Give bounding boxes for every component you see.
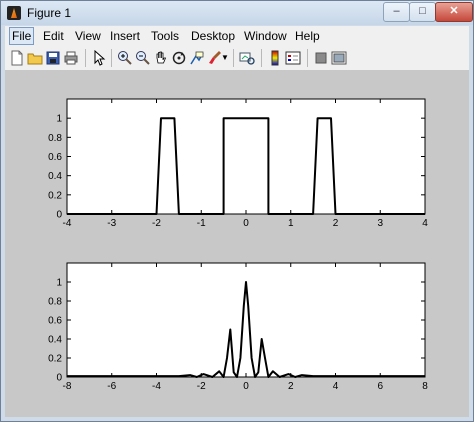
x-tick-label: 8	[422, 381, 428, 392]
x-tick-label: 6	[377, 381, 383, 392]
open-folder-icon[interactable]	[27, 50, 43, 66]
x-tick-label: -3	[107, 218, 116, 229]
menu-edit[interactable]: Edit	[43, 28, 64, 44]
y-tick-label: 0.6	[48, 152, 62, 163]
x-tick-label: 0	[243, 218, 249, 229]
x-tick-label: -4	[63, 218, 72, 229]
minimize-button[interactable]: –	[383, 2, 410, 22]
colorbar-icon[interactable]	[267, 50, 283, 66]
close-button[interactable]: ✕	[435, 2, 473, 22]
pan-hand-icon[interactable]	[153, 50, 169, 66]
toolbar-separator	[307, 49, 308, 67]
axes-background	[66, 262, 426, 378]
toolbar-separator	[261, 49, 262, 67]
menu-insert[interactable]: Insert	[110, 28, 140, 44]
new-file-icon[interactable]	[9, 50, 25, 66]
brush-dropdown-chevron-down-icon[interactable]: ▼	[221, 50, 229, 66]
y-tick-label: 0.8	[48, 297, 62, 308]
y-tick-label: 0	[56, 210, 62, 221]
x-tick-label: 2	[288, 381, 294, 392]
plots-svg: -4 -3 -2 -1 0 1 2 3 4 0 0.2 0.4 0.6 0.8 1 -8 -6 -4 -2 0 2 4 6 8…	[48, 98, 428, 392]
y-tick-label: 1	[56, 278, 62, 289]
menu-tools[interactable]: Tools	[151, 28, 179, 44]
x-tick-label: 0	[243, 381, 249, 392]
x-tick-label: -6	[107, 381, 116, 392]
y-tick-label: 0.2	[48, 190, 62, 201]
y-tick-label: 0.6	[48, 316, 62, 327]
menu-help[interactable]: Help	[295, 28, 320, 44]
x-tick-label: 4	[333, 381, 339, 392]
maximize-button[interactable]: □	[409, 2, 436, 22]
rotate-3d-icon[interactable]	[171, 50, 187, 66]
window-title: Figure 1	[27, 6, 72, 20]
print-icon[interactable]	[63, 50, 79, 66]
hide-plot-tools-icon[interactable]	[313, 50, 329, 66]
axes-background	[66, 98, 426, 215]
zoom-in-icon[interactable]	[117, 50, 133, 66]
toolbar-separator	[233, 49, 234, 67]
figure-canvas[interactable]: -4 -3 -2 -1 0 1 2 3 4 0 0.2 0.4 0.6 0.8 1 -8 -6 -4 -2 0 2 4 6 8…	[5, 71, 469, 417]
menu-desktop[interactable]: Desktop	[191, 28, 235, 44]
menu-bar: File Edit View Insert Tools Desktop Wind…	[5, 26, 469, 46]
x-tick-label: 1	[288, 218, 294, 229]
data-cursor-icon[interactable]	[189, 50, 205, 66]
x-tick-label: 4	[422, 218, 428, 229]
axes-1[interactable]: -4 -3 -2 -1 0 1 2 3 4 0 0.2 0.4 0.6 0.8 1	[48, 98, 428, 229]
x-tick-label: -2	[152, 218, 161, 229]
menu-view[interactable]: View	[75, 28, 101, 44]
figure-window: Figure 1 – □ ✕ File Edit View Insert Too…	[0, 0, 474, 422]
y-tick-label: 1	[56, 114, 62, 125]
x-tick-label: -2	[197, 381, 206, 392]
axes-2[interactable]: -8 -6 -4 -2 0 2 4 6 8 0 0.2 0.4 0.6 0.8 1	[48, 262, 428, 392]
x-tick-label: -1	[197, 218, 206, 229]
toolbar-separator	[111, 49, 112, 67]
y-tick-label: 0	[56, 373, 62, 384]
matlab-logo-icon	[7, 6, 21, 20]
x-tick-label: 3	[377, 218, 383, 229]
x-tick-label: -4	[152, 381, 161, 392]
legend-icon[interactable]	[285, 50, 301, 66]
x-tick-label: 2	[333, 218, 339, 229]
menu-window[interactable]: Window	[244, 28, 287, 44]
toolbar-separator	[85, 49, 86, 67]
figure-toolbar: ▼	[5, 46, 469, 71]
title-bar[interactable]: Figure 1 – □ ✕	[1, 1, 473, 25]
menu-file[interactable]: File	[9, 27, 35, 45]
y-tick-label: 0.4	[48, 171, 62, 182]
y-tick-label: 0.4	[48, 335, 62, 346]
y-tick-label: 0.2	[48, 354, 62, 365]
y-tick-label: 0.8	[48, 133, 62, 144]
link-plot-icon[interactable]	[239, 50, 255, 66]
pointer-icon[interactable]	[91, 49, 107, 66]
x-tick-label: -8	[63, 381, 72, 392]
save-icon[interactable]	[45, 50, 61, 66]
zoom-out-icon[interactable]	[135, 50, 151, 66]
show-plot-tools-icon[interactable]	[331, 50, 347, 66]
